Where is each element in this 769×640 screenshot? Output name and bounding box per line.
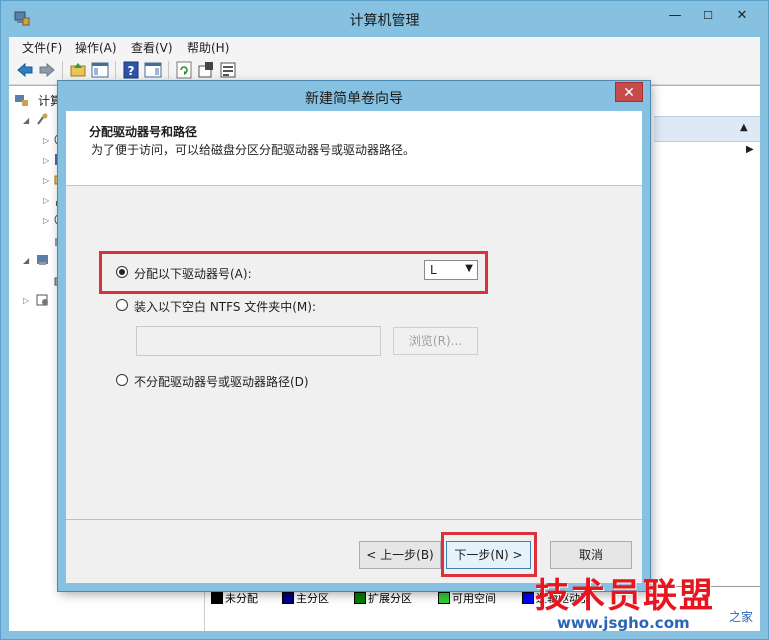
wizard-header: 分配驱动器号和路径 为了便于访问，可以给磁盘分区分配驱动器号或驱动器路径。 xyxy=(66,111,642,185)
menu-help[interactable]: 帮助(H) xyxy=(187,39,229,56)
actions-pane: ▲ ▶ xyxy=(654,94,760,631)
watermark-url: www.jsgho.com xyxy=(557,614,690,632)
window-title: 计算机管理 xyxy=(349,13,420,29)
title-bar[interactable]: 计算机管理 — ☐ ✕ xyxy=(1,1,768,35)
storage-icon[interactable] xyxy=(36,253,49,266)
forward-arrow-icon[interactable] xyxy=(38,61,56,79)
menu-file[interactable]: 文件(F) xyxy=(22,39,62,56)
no-assign-radio[interactable] xyxy=(116,374,128,386)
expanded-arrow-icon[interactable]: ◢ xyxy=(23,256,29,265)
legend-logical-chip xyxy=(522,592,534,604)
legend-free-space-chip xyxy=(438,592,450,604)
show-hide-tree-icon[interactable] xyxy=(91,61,109,79)
collapsed-arrow-icon[interactable]: ▷ xyxy=(43,156,49,165)
mount-folder-label[interactable]: 装入以下空白 NTFS 文件夹中(M): xyxy=(134,298,316,315)
menu-view[interactable]: 查看(V) xyxy=(131,39,173,56)
no-assign-label[interactable]: 不分配驱动器号或驱动器路径(D) xyxy=(134,373,309,390)
export-list-icon[interactable] xyxy=(219,61,237,79)
properties-icon[interactable] xyxy=(197,61,215,79)
toolbar-separator xyxy=(62,61,63,79)
system-tools-icon[interactable] xyxy=(36,113,49,126)
legend-extended-chip xyxy=(354,592,366,604)
wizard-close-button[interactable]: ✕ xyxy=(615,82,643,102)
close-button[interactable]: ✕ xyxy=(729,7,755,25)
menu-bar: 文件(F) 操作(A) 查看(V) 帮助(H) xyxy=(9,37,760,57)
legend-extended-label: 扩展分区 xyxy=(368,592,412,605)
wizard-step-subtitle: 为了便于访问，可以给磁盘分区分配驱动器号或驱动器路径。 xyxy=(91,143,416,157)
help-icon[interactable]: ? xyxy=(122,61,140,79)
folder-path-input[interactable] xyxy=(136,326,381,356)
submenu-arrow-icon[interactable]: ▶ xyxy=(746,144,754,155)
no-assign-option[interactable]: 不分配驱动器号或驱动器路径(D) xyxy=(116,372,356,390)
collapsed-arrow-icon[interactable]: ▷ xyxy=(23,296,29,305)
services-icon[interactable] xyxy=(36,293,49,306)
wizard-step-title: 分配驱动器号和路径 xyxy=(89,125,198,139)
minimize-button[interactable]: — xyxy=(662,7,688,25)
collapsed-arrow-icon[interactable]: ▷ xyxy=(43,216,49,225)
new-simple-volume-wizard: 新建简单卷向导 ✕ 分配驱动器号和路径 为了便于访问，可以给磁盘分区分配驱动器号… xyxy=(58,81,650,591)
legend-unallocated-label: 未分配 xyxy=(225,592,258,605)
toolbar-separator xyxy=(168,61,169,79)
mount-folder-radio[interactable] xyxy=(116,299,128,311)
cancel-button[interactable]: 取消 xyxy=(550,541,632,569)
computer-management-icon xyxy=(15,95,28,106)
chevron-down-icon: ▼ xyxy=(465,263,473,274)
legend-primary-label: 主分区 xyxy=(296,592,329,605)
maximize-button[interactable]: ☐ xyxy=(695,7,721,25)
mount-folder-option[interactable]: 装入以下空白 NTFS 文件夹中(M): xyxy=(116,297,376,315)
up-folder-icon[interactable] xyxy=(69,61,87,79)
back-arrow-icon[interactable] xyxy=(16,61,34,79)
browse-button[interactable]: 浏览(R)... xyxy=(393,327,478,355)
svg-text:?: ? xyxy=(128,64,135,78)
watermark-brand: 技术员联盟 xyxy=(535,576,715,616)
collapse-up-icon[interactable]: ▲ xyxy=(740,122,748,133)
collapsed-arrow-icon[interactable]: ▷ xyxy=(43,196,49,205)
collapsed-arrow-icon[interactable]: ▷ xyxy=(43,176,49,185)
legend-free-space-label: 可用空间 xyxy=(452,592,496,605)
toolbar-separator xyxy=(115,61,116,79)
assign-letter-option[interactable]: 分配以下驱动器号(A): xyxy=(116,264,316,282)
assign-letter-label[interactable]: 分配以下驱动器号(A): xyxy=(134,265,252,282)
collapsed-arrow-icon[interactable]: ▷ xyxy=(43,136,49,145)
menu-action[interactable]: 操作(A) xyxy=(75,39,117,56)
drive-letter-value: L xyxy=(430,263,437,277)
next-button[interactable]: 下一步(N) > xyxy=(446,541,531,569)
drive-letter-select[interactable]: L ▼ xyxy=(424,260,478,280)
actions-header[interactable]: ▲ xyxy=(654,116,760,142)
legend-primary-chip xyxy=(282,592,294,604)
watermark-side-text: 之家 xyxy=(729,610,754,624)
site-watermark: 技术员联盟 www.jsgho.com 之家 xyxy=(535,568,767,638)
expanded-arrow-icon[interactable]: ◢ xyxy=(23,116,29,125)
assign-letter-radio[interactable] xyxy=(116,266,128,278)
refresh-icon[interactable] xyxy=(175,61,193,79)
legend-unallocated-chip xyxy=(211,592,223,604)
wizard-title: 新建简单卷向导 xyxy=(305,91,403,107)
wizard-body: 分配以下驱动器号(A): L ▼ 装入以下空白 NTFS 文件夹中(M): 浏览… xyxy=(66,186,642,519)
back-button[interactable]: < 上一步(B) xyxy=(359,541,441,569)
action-pane-icon[interactable] xyxy=(144,61,162,79)
